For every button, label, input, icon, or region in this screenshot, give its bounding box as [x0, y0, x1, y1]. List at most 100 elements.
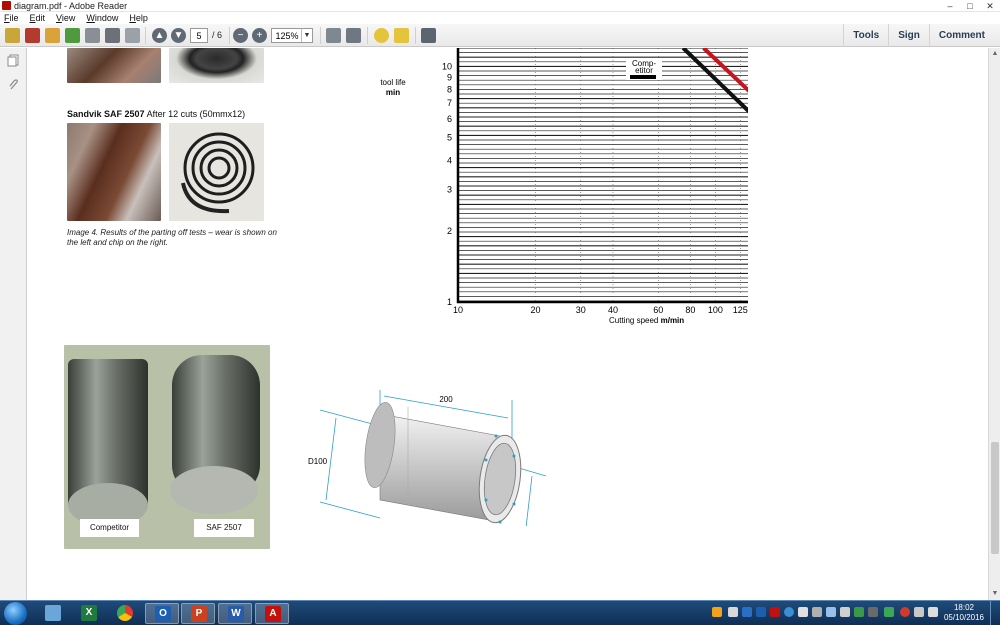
- document-view[interactable]: Sandvik SAF 2507 After 12 cuts (50mmx12)…: [28, 48, 988, 600]
- x-axis-label: Cutting speed m/min: [609, 316, 684, 325]
- tool-life-chart: 12345678910 10 20 30 40 60 80 100 125 tool life…: [380, 48, 748, 325]
- expand-icon[interactable]: [421, 28, 436, 43]
- tray-icon[interactable]: [770, 607, 780, 617]
- start-button[interactable]: [4, 602, 27, 625]
- tray-icon[interactable]: [742, 607, 752, 617]
- comment-icon[interactable]: [374, 28, 389, 43]
- y-tick-label: 10: [442, 62, 452, 72]
- task-pane-links: Tools Sign Comment: [843, 24, 994, 47]
- length-dimension: 200: [439, 395, 453, 404]
- x-tick-label: 10: [453, 305, 463, 315]
- warning-tray-icon[interactable]: [712, 607, 722, 617]
- taskbar-app-chrome[interactable]: [108, 603, 142, 624]
- wear-photo-top: [67, 48, 161, 83]
- tray-icon[interactable]: [840, 607, 850, 617]
- tray-icon[interactable]: [728, 607, 738, 617]
- y-tick-labels: 1 2 3 4 5 6 7 8 910: [442, 62, 452, 307]
- network-icon[interactable]: [914, 607, 924, 617]
- x-tick-labels: 10 20 30 40 60 80 100 125: [453, 305, 748, 315]
- scroll-up-icon[interactable]: ▲: [989, 48, 1000, 60]
- explorer-icon: [45, 605, 61, 621]
- adobe-reader-icon: [2, 1, 11, 10]
- page-number-input[interactable]: [190, 28, 208, 43]
- tray-icon[interactable]: [812, 607, 822, 617]
- previous-page-icon[interactable]: ▲: [152, 28, 167, 43]
- y-axis-label-line2: min: [386, 88, 400, 97]
- adobe-reader-window: diagram.pdf - Adobe Reader – □ ✕ File Ed…: [0, 0, 1000, 625]
- volume-icon[interactable]: [928, 607, 938, 617]
- menu-file[interactable]: File: [4, 12, 19, 24]
- window-controls: – □ ✕: [940, 0, 1000, 12]
- zoom-in-button[interactable]: +: [252, 28, 267, 43]
- clock[interactable]: 18:02 05/10/2016: [944, 603, 984, 623]
- x-tick-label: 80: [685, 305, 695, 315]
- scroll-thumb[interactable]: [991, 442, 999, 554]
- email-icon[interactable]: [125, 28, 140, 43]
- attachments-icon[interactable]: [7, 78, 20, 91]
- chip-photo: [169, 123, 264, 221]
- image-caption: Image 4. Results of the parting off test…: [67, 228, 277, 247]
- close-button[interactable]: ✕: [980, 0, 1000, 12]
- saf-label: SAF 2507: [194, 519, 254, 537]
- chart-grid: [457, 48, 748, 302]
- next-page-icon[interactable]: ▼: [171, 28, 186, 43]
- tray-icon[interactable]: [756, 607, 766, 617]
- toolbar-separator: [145, 27, 146, 44]
- minimize-button[interactable]: –: [940, 0, 960, 12]
- toolbar: ▲ ▼ / 6 − + ▼ Tools Sign Comment: [0, 24, 1000, 47]
- open-icon[interactable]: [5, 28, 20, 43]
- pages-icon[interactable]: [7, 54, 20, 67]
- toolbar-separator: [229, 27, 230, 44]
- taskbar-app-powerpoint[interactable]: P: [181, 603, 215, 624]
- tray-icon[interactable]: [868, 607, 878, 617]
- vertical-scrollbar[interactable]: ▲ ▼: [988, 48, 1000, 600]
- zoom-input[interactable]: [272, 29, 302, 42]
- tray-icon[interactable]: [854, 607, 864, 617]
- toolbar-separator: [320, 27, 321, 44]
- tray-icon[interactable]: [900, 607, 910, 617]
- menu-window[interactable]: Window: [86, 12, 118, 24]
- taskbar: X O P W A 18:02 05/10/2016: [0, 600, 1000, 625]
- powerpoint-icon: P: [191, 606, 207, 622]
- y-axis-label-line1: tool life: [380, 78, 406, 87]
- annotation-line2: etitor: [635, 66, 653, 75]
- navigation-pane: [0, 48, 27, 600]
- taskbar-app-outlook[interactable]: O: [145, 603, 179, 624]
- fit-width-icon[interactable]: [346, 28, 361, 43]
- scroll-down-icon[interactable]: ▼: [989, 588, 1000, 600]
- create-pdf-icon[interactable]: [25, 28, 40, 43]
- tools-link[interactable]: Tools: [843, 24, 888, 47]
- folder-icon[interactable]: [45, 28, 60, 43]
- menu-view[interactable]: View: [56, 12, 75, 24]
- show-desktop-button[interactable]: [990, 601, 1000, 625]
- fit-page-icon[interactable]: [326, 28, 341, 43]
- x-tick-label: 30: [576, 305, 586, 315]
- chevron-down-icon[interactable]: ▼: [301, 29, 312, 42]
- maximize-button[interactable]: □: [960, 0, 980, 12]
- taskbar-app-word[interactable]: W: [218, 603, 252, 624]
- tray-icon[interactable]: [798, 607, 808, 617]
- wear-photo: [67, 123, 161, 221]
- tray-icon[interactable]: [784, 607, 794, 617]
- zoom-select[interactable]: ▼: [271, 28, 313, 43]
- zoom-out-button[interactable]: −: [233, 28, 248, 43]
- taskbar-app-excel[interactable]: X: [72, 603, 106, 624]
- menu-help[interactable]: Help: [129, 12, 148, 24]
- comment-link[interactable]: Comment: [928, 24, 994, 47]
- title-bar: diagram.pdf - Adobe Reader – □ ✕: [0, 0, 1000, 12]
- chrome-icon: [117, 605, 133, 621]
- menu-bar: File Edit View Window Help: [0, 12, 1000, 24]
- menu-edit[interactable]: Edit: [30, 12, 46, 24]
- x-tick-label: 60: [653, 305, 663, 315]
- taskbar-app-explorer[interactable]: [36, 603, 70, 624]
- sign-link[interactable]: Sign: [888, 24, 929, 47]
- tray-icon[interactable]: [884, 607, 894, 617]
- tray-icon[interactable]: [826, 607, 836, 617]
- taskbar-app-adobe-reader[interactable]: A: [255, 603, 289, 624]
- y-tick-label: 5: [447, 133, 452, 143]
- toolbar-separator: [367, 27, 368, 44]
- upload-icon[interactable]: [65, 28, 80, 43]
- print-icon[interactable]: [105, 28, 120, 43]
- highlight-icon[interactable]: [394, 28, 409, 43]
- save-icon[interactable]: [85, 28, 100, 43]
